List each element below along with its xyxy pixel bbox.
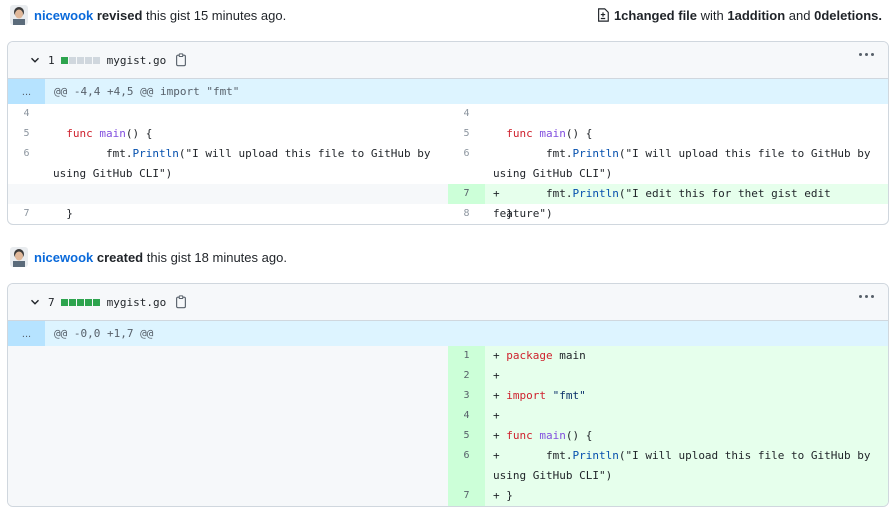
hunk-text: @@ -0,0 +1,7 @@ <box>54 327 154 340</box>
hunk-header: ... @@ -0,0 +1,7 @@ <box>8 321 888 346</box>
expand-button[interactable]: ... <box>8 321 45 346</box>
revision-text: nicewook created this gist 18 minutes ag… <box>34 250 287 265</box>
diff-row: 7 } 8 } <box>8 204 888 224</box>
diff-block: 1 + package main 2 + 3 + import "fmt" 4 + 5 +… <box>8 346 888 506</box>
file-name[interactable]: mygist.go <box>107 54 167 67</box>
code-line: func main() { <box>506 127 593 140</box>
revision-time: this gist 15 minutes ago. <box>142 7 287 23</box>
diff-stats: 1 changed file with 1 addition and 0 del… <box>596 8 882 23</box>
revision-text: nicewook revised this gist 15 minutes ag… <box>34 8 286 23</box>
code-row: 7 + } <box>448 486 888 506</box>
expand-button[interactable]: ... <box>8 79 45 104</box>
changed-count: 1 <box>613 7 622 23</box>
diff-right-added: 1 + package main 2 + 3 + import "fmt" 4 + 5 +… <box>448 346 888 506</box>
code-line: fmt.Println("I will upload this file to … <box>493 147 878 180</box>
diff-left: 4 <box>23 108 30 119</box>
diffstat-blocks <box>60 298 101 306</box>
revision-header: nicewook created this gist 18 minutes ag… <box>10 245 890 269</box>
code-row: 5 + func main() { <box>448 426 888 446</box>
user-link[interactable]: nicewook <box>34 8 93 23</box>
code-line: + fmt.Println("I edit this for thet gist… <box>493 187 838 220</box>
diff-left-empty <box>8 346 448 506</box>
file-diff-icon <box>596 8 610 22</box>
additions-label: addition <box>734 7 786 23</box>
code-row: 6 + fmt.Println("I will upload this file … <box>448 446 888 486</box>
diff-row: 4 4 <box>8 104 888 124</box>
change-count: 7 <box>48 295 55 309</box>
file-header: 7 mygist.go <box>8 284 888 321</box>
diff-row: 6 fmt.Println("I will upload this file t… <box>8 144 888 184</box>
diff-left: 6 fmt.Println("I will upload this file t… <box>8 144 448 184</box>
avatar[interactable] <box>10 247 28 267</box>
with-text: with <box>697 7 728 23</box>
diff-row: 5 func main() { 5 func main() { <box>8 124 888 144</box>
chevron-down-icon[interactable] <box>28 295 42 309</box>
code-row: 2 + <box>448 366 888 386</box>
diff-right: 6 fmt.Println("I will upload this file t… <box>448 144 888 184</box>
revision-header: nicewook revised this gist 15 minutes ag… <box>10 3 890 27</box>
diff-right: 4 <box>463 108 470 119</box>
revision-time: this gist 18 minutes ago. <box>143 249 287 265</box>
change-count: 1 <box>48 53 55 67</box>
file-diff: 1 mygist.go ... @@ -4,4 +4,5 @@ import "… <box>7 41 889 225</box>
code-line: func main() { <box>66 127 153 140</box>
diff-left-empty <box>8 184 448 204</box>
file-diff: 7 mygist.go ... @@ -0,0 +1,7 @@ 1 + packa… <box>7 283 889 507</box>
file-name[interactable]: mygist.go <box>107 296 167 309</box>
revision-verb: created <box>96 249 144 265</box>
diff-row: 7 + fmt.Println("I edit this for thet gis… <box>8 184 888 220</box>
avatar[interactable] <box>10 5 28 25</box>
code-row: 4 + <box>448 406 888 426</box>
diff-right-added: 7 + fmt.Println("I edit this for thet gis… <box>448 184 888 220</box>
chevron-down-icon[interactable] <box>28 53 42 67</box>
user-link[interactable]: nicewook <box>34 250 93 265</box>
code-row: 1 + package main <box>448 346 888 366</box>
file-header: 1 mygist.go <box>8 42 888 79</box>
deletions-count: 0 <box>814 7 822 23</box>
more-options-icon[interactable] <box>859 295 874 298</box>
more-options-icon[interactable] <box>859 53 874 56</box>
code-line: fmt.Println("I will upload this file to … <box>53 147 438 180</box>
hunk-header: ... @@ -4,4 +4,5 @@ import "fmt" <box>8 79 888 104</box>
copy-icon[interactable] <box>174 295 188 309</box>
deletions-label: deletions. <box>821 7 882 23</box>
diff-left: 5 func main() { <box>8 124 448 144</box>
hunk-text: @@ -4,4 +4,5 @@ import "fmt" <box>54 85 240 98</box>
code-row: 3 + import "fmt" <box>448 386 888 406</box>
changed-label: changed file <box>621 7 698 23</box>
diffstat-blocks <box>60 56 101 64</box>
additions-count: 1 <box>727 7 735 23</box>
copy-icon[interactable] <box>174 53 188 67</box>
revision-verb: revised <box>96 7 143 23</box>
and-text: and <box>785 7 815 23</box>
diff-left: 7 } <box>23 207 73 220</box>
diff-right: 5 func main() { <box>448 124 888 144</box>
diff-right: 8 } <box>463 207 513 220</box>
